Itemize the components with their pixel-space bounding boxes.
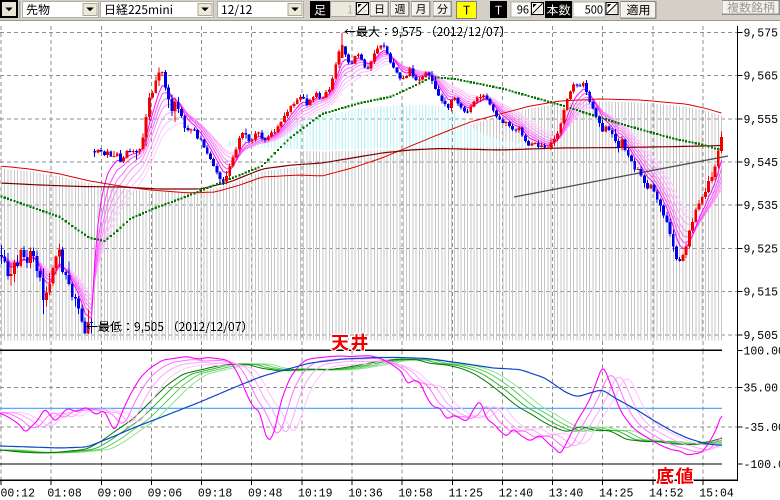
svg-text:10:19: 10:19 <box>298 488 333 500</box>
svg-text:9,505: 9,505 <box>744 330 779 343</box>
svg-text:-35.00: -35.00 <box>744 422 780 435</box>
svg-text:100.00: 100.00 <box>744 345 780 358</box>
svg-text:35.00: 35.00 <box>744 382 779 395</box>
svg-text:9,535: 9,535 <box>744 200 779 213</box>
svg-text:11:25: 11:25 <box>449 488 484 500</box>
svg-text:14:25: 14:25 <box>599 488 634 500</box>
svg-text:01:08: 01:08 <box>47 488 82 500</box>
svg-text:9,565: 9,565 <box>744 71 779 84</box>
svg-text:10:36: 10:36 <box>348 488 383 500</box>
svg-text:9,575: 9,575 <box>744 27 779 40</box>
svg-text:12:40: 12:40 <box>499 488 534 500</box>
svg-text:9,525: 9,525 <box>744 243 779 256</box>
svg-text:09:06: 09:06 <box>148 488 183 500</box>
svg-text:00:12: 00:12 <box>1 488 36 500</box>
svg-text:13:40: 13:40 <box>549 488 584 500</box>
svg-text:-100.00: -100.00 <box>744 459 780 472</box>
svg-text:15:04: 15:04 <box>699 488 734 500</box>
svg-text:9,545: 9,545 <box>744 157 779 170</box>
svg-text:09:18: 09:18 <box>198 488 233 500</box>
svg-text:14:52: 14:52 <box>649 488 684 500</box>
svg-text:9,515: 9,515 <box>744 287 779 300</box>
svg-text:09:00: 09:00 <box>98 488 133 500</box>
svg-text:10:58: 10:58 <box>398 488 433 500</box>
svg-text:9,555: 9,555 <box>744 114 779 127</box>
svg-text:09:48: 09:48 <box>248 488 283 500</box>
